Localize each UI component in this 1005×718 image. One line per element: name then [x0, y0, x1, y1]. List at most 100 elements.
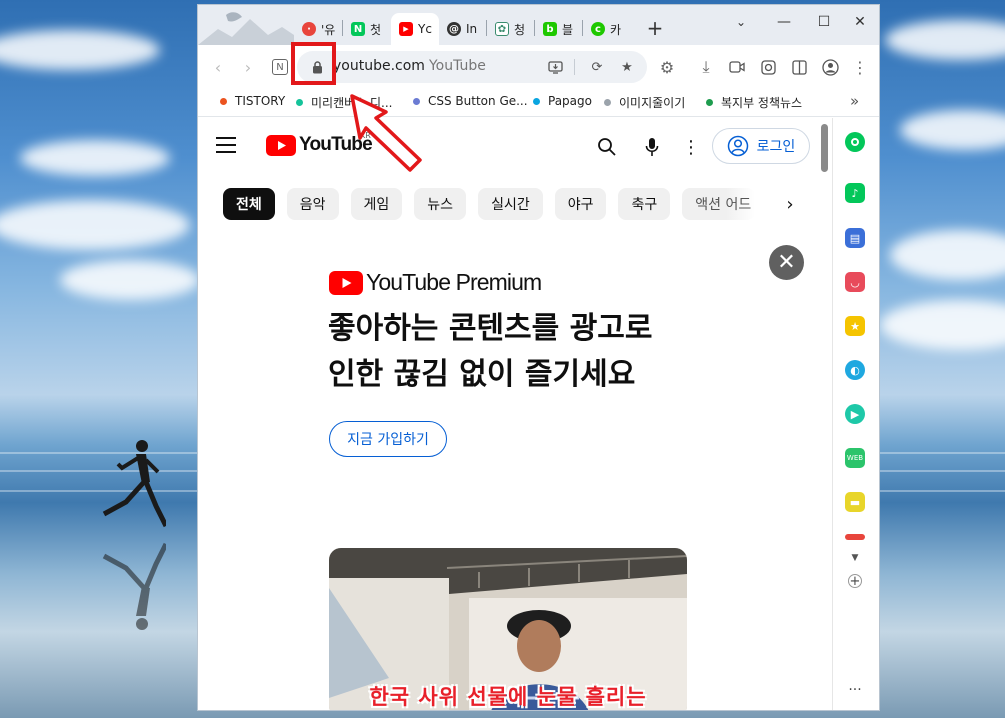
search-icon[interactable]: [595, 135, 619, 159]
favorites-star-icon[interactable]: ★: [845, 316, 865, 336]
close-promo-button[interactable]: ✕: [769, 245, 804, 280]
minimize-button[interactable]: —: [773, 11, 795, 33]
bookmark-policy-news[interactable]: 복지부 정책뉴스: [706, 94, 802, 111]
annotation-arrow-icon: [350, 94, 422, 172]
promo-line-1: 좋아하는 콘텐츠를 광고로: [328, 311, 653, 346]
close-window-button[interactable]: ✕: [849, 11, 871, 33]
tab-1[interactable]: · '유: [294, 13, 344, 45]
webtoon-icon[interactable]: WEB: [845, 448, 865, 468]
tab-youtube-active[interactable]: ▶ Yc: [391, 13, 439, 45]
tab-label: 청: [514, 22, 526, 37]
tab-7[interactable]: c 카: [583, 13, 631, 45]
tab-2[interactable]: N 첫: [343, 13, 391, 45]
whale-space-icon[interactable]: [845, 132, 865, 152]
youtube-page: YouTube KR ⋮ 로그인 전체 음악 게임 뉴스 실시간 야구 축구 액…: [198, 118, 818, 710]
extensions-icon[interactable]: ⚙: [655, 55, 679, 79]
youtube-favicon-icon: ▶: [399, 22, 413, 36]
screen-capture-icon[interactable]: [547, 59, 563, 75]
login-button[interactable]: 로그인: [712, 128, 810, 164]
profile-icon[interactable]: [818, 55, 842, 79]
tab-search-chevron-icon[interactable]: ⌄: [730, 11, 752, 33]
sidebar-toggle-icon[interactable]: [787, 55, 811, 79]
chip-live[interactable]: 실시간: [478, 188, 543, 220]
cafe-favicon-icon: c: [591, 22, 605, 36]
chip-soccer[interactable]: 축구: [618, 188, 671, 220]
edge-translate-icon[interactable]: ◐: [845, 360, 865, 380]
tab-favicon-icon: ·: [302, 22, 316, 36]
tab-4[interactable]: @ In: [439, 13, 487, 45]
naver-favicon-icon: N: [351, 22, 365, 36]
threads-favicon-icon: @: [447, 22, 461, 36]
microphone-icon[interactable]: [640, 135, 664, 159]
blog-favicon-icon: b: [543, 22, 557, 36]
join-now-button[interactable]: 지금 가입하기: [329, 421, 447, 457]
maximize-button[interactable]: ☐: [813, 11, 835, 33]
tab-5[interactable]: ✿ 청: [487, 13, 535, 45]
chip-music[interactable]: 음악: [286, 188, 339, 220]
tab-6[interactable]: b 블: [535, 13, 583, 45]
add-panel-icon[interactable]: +: [848, 574, 862, 589]
chip-action-adventure[interactable]: 액션 어드: [682, 188, 756, 220]
tab-bar: · '유 N 첫 ▶ Yc @ In ✿ 청 b 블 c 카 + ⌄ — ☐ ✕: [198, 5, 879, 45]
bookmark-dot-icon: [533, 97, 540, 105]
naver-home-button[interactable]: N: [268, 55, 292, 79]
chip-all[interactable]: 전체: [223, 188, 275, 220]
account-circle-icon: [727, 135, 748, 157]
tab-label: 카: [610, 22, 622, 37]
new-tab-button[interactable]: +: [644, 16, 666, 40]
bookmark-label: TISTORY: [235, 94, 286, 108]
browser-window: · '유 N 첫 ▶ Yc @ In ✿ 청 b 블 c 카 + ⌄ — ☐ ✕…: [197, 4, 880, 711]
notification-bell-icon[interactable]: ♪: [845, 183, 865, 203]
download-icon[interactable]: ⤓: [694, 55, 718, 79]
media-play-icon[interactable]: ▶: [845, 404, 865, 424]
browser-menu-icon[interactable]: ⋮: [848, 55, 872, 79]
bookmark-label: CSS Button Ge...: [428, 94, 528, 108]
youtube-premium-logo: YouTube Premium: [329, 269, 542, 296]
chip-games[interactable]: 게임: [350, 188, 403, 220]
bookmark-css-button[interactable]: CSS Button Ge...: [413, 94, 528, 108]
youtube-play-icon: [266, 134, 296, 156]
address-bar[interactable]: youtube.com YouTube ⟳ ★: [297, 51, 647, 83]
youtube-header: YouTube KR ⋮ 로그인: [198, 118, 818, 176]
runner-reflection: [102, 542, 166, 630]
briefcase-icon[interactable]: ▤: [845, 228, 865, 248]
bookmark-dot-icon: [296, 99, 303, 106]
hamburger-menu-icon[interactable]: [216, 137, 236, 153]
bookmark-star-icon[interactable]: ★: [619, 59, 635, 75]
youtube-play-icon: [329, 270, 363, 295]
forward-button[interactable]: ›: [236, 55, 260, 79]
runner-silhouette: [102, 440, 166, 528]
page-scrollbar[interactable]: [818, 118, 832, 710]
bookmark-label: Papago: [548, 94, 592, 108]
tab-label: In: [466, 22, 478, 36]
chevron-right-icon[interactable]: ›: [778, 192, 802, 216]
reload-icon[interactable]: ⟳: [589, 59, 605, 75]
url-text: youtube.com YouTube: [333, 58, 486, 74]
bookmark-label: 이미지줄이기: [619, 96, 686, 110]
chip-baseball[interactable]: 야구: [554, 188, 607, 220]
naver-home-icon: N: [272, 59, 288, 75]
expand-chevron-icon[interactable]: ▼: [845, 548, 865, 568]
promo-headline: 좋아하는 콘텐츠를 광고로 인한 끊김 없이 즐기세요: [328, 306, 718, 398]
back-button[interactable]: ‹: [206, 55, 230, 79]
more-options-icon[interactable]: ⋮: [679, 135, 703, 159]
bookmarks-overflow-icon[interactable]: »: [850, 92, 859, 110]
video-thumbnail[interactable]: 한국 사위 선물에 눈물 흘리는: [329, 548, 687, 710]
bookmark-dot-icon: [706, 99, 713, 106]
memo-icon[interactable]: ▬: [845, 492, 865, 512]
tabbar-theme-art: [198, 5, 294, 45]
bookmark-tistory[interactable]: TISTORY: [220, 94, 285, 108]
pocket-icon[interactable]: ◡: [845, 272, 865, 292]
openai-favicon-icon: ✿: [495, 22, 509, 36]
video-record-icon[interactable]: [725, 55, 749, 79]
panel-more-icon[interactable]: ···: [845, 680, 865, 700]
chip-news[interactable]: 뉴스: [414, 188, 467, 220]
scrollbar-thumb[interactable]: [821, 124, 828, 172]
bookmark-papago[interactable]: Papago: [533, 94, 592, 108]
bookmark-image-resize[interactable]: 이미지줄이기: [604, 94, 685, 111]
omnibox-divider: [574, 59, 575, 75]
capture-icon[interactable]: [756, 55, 780, 79]
category-chips: 전체 음악 게임 뉴스 실시간 야구 축구 액션 어드: [223, 188, 756, 220]
calendar-icon[interactable]: [845, 534, 865, 540]
promo-line-2: 인한 끊김 없이 즐기세요: [328, 357, 636, 392]
